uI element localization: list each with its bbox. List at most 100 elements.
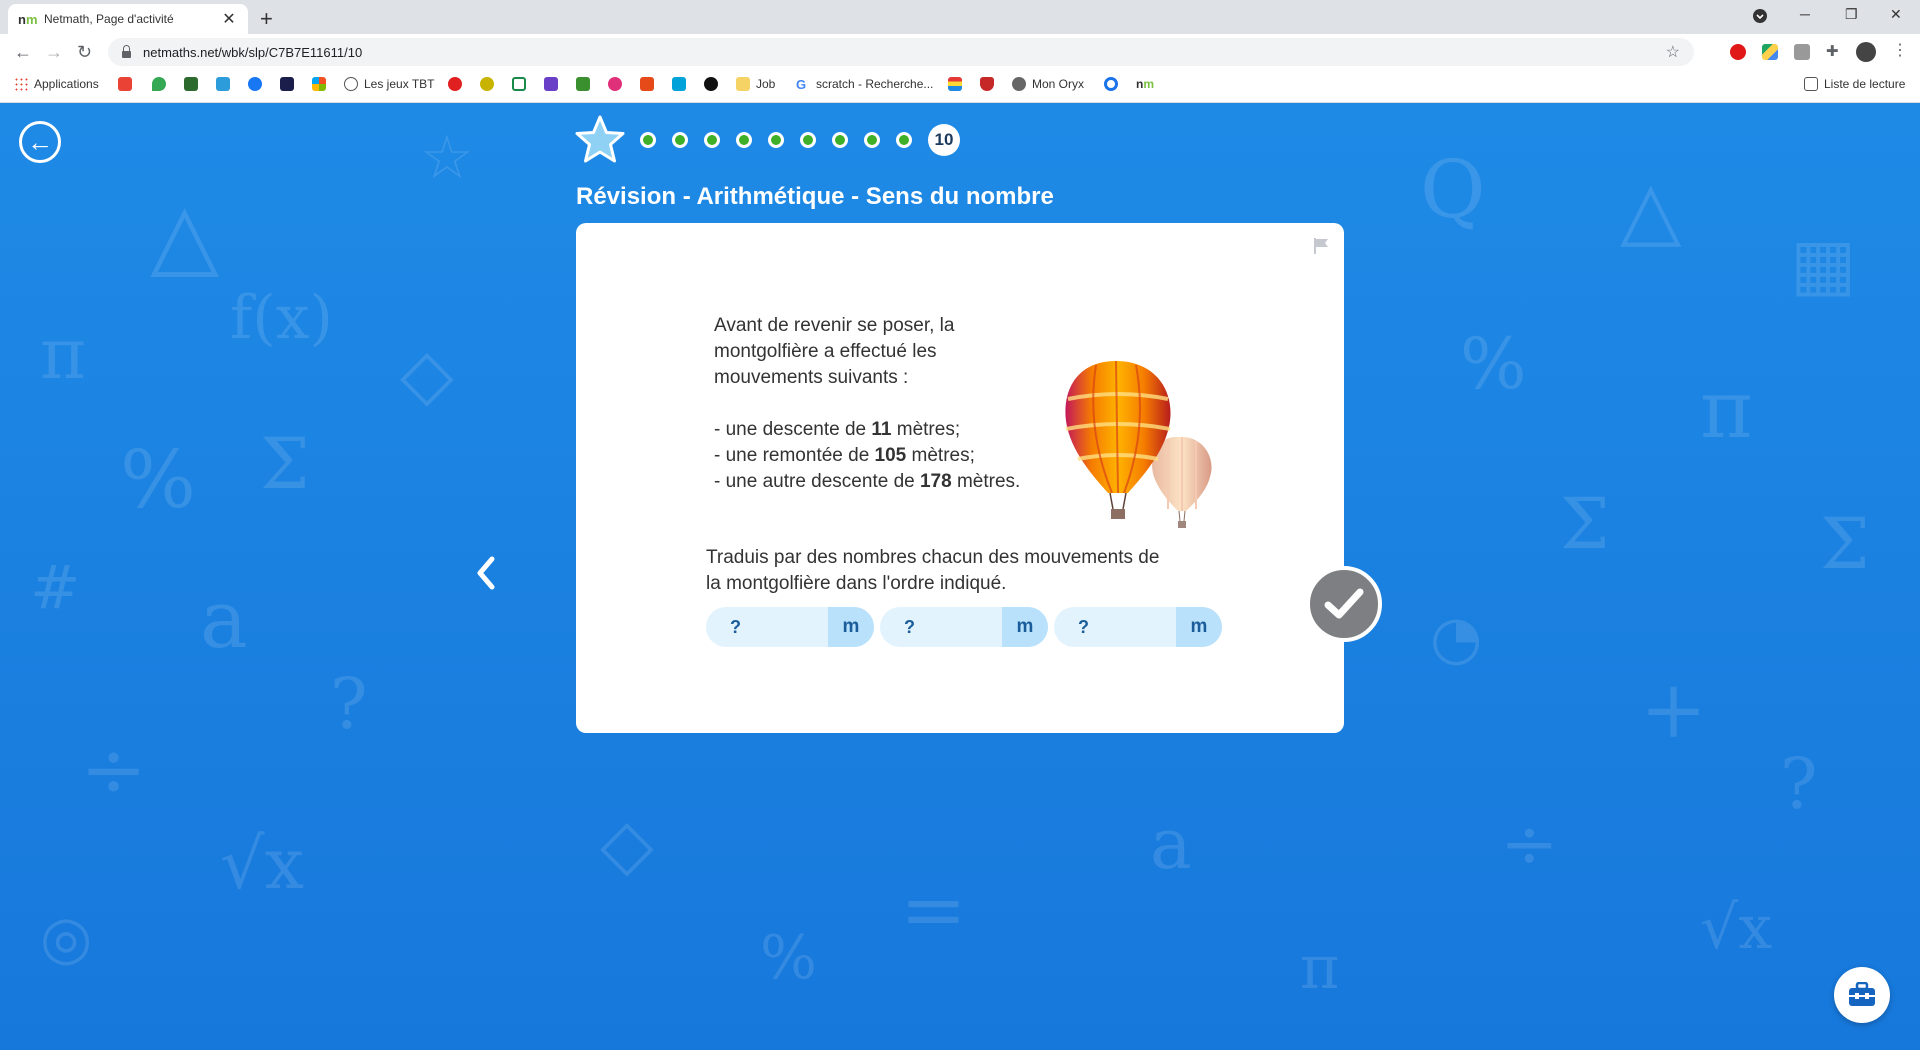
background-symbol: √x (220, 823, 305, 905)
hot-air-balloons-illustration (1065, 360, 1212, 528)
answer-input-2[interactable]: ? (880, 607, 1002, 647)
progress-dot-completed[interactable] (672, 132, 688, 148)
extension-icon[interactable] (1794, 44, 1810, 60)
progress-dot-completed[interactable] (736, 132, 752, 148)
bookmark-star-icon[interactable]: ☆ (1666, 42, 1680, 62)
background-symbol: ÷ (1500, 803, 1559, 885)
question-line: mouvements suivants : (714, 367, 909, 388)
answer-field-2[interactable]: ? m (880, 607, 1048, 647)
bookmark-icon[interactable] (480, 77, 500, 91)
submit-answer-button[interactable] (1306, 566, 1382, 642)
profile-menu-icon[interactable] (1752, 8, 1768, 27)
bookmark-icon[interactable] (576, 77, 596, 91)
browser-tab[interactable]: nm Netmath, Page d'activité ✕ (8, 4, 248, 34)
bookmark-icon[interactable] (184, 77, 204, 91)
gmail-icon[interactable] (118, 77, 138, 91)
bookmark-mon-oryx[interactable]: Mon Oryx (1012, 77, 1084, 91)
bookmark-icon[interactable] (672, 77, 692, 91)
bookmark-icon[interactable] (544, 77, 564, 91)
address-bar[interactable]: netmaths.net/wbk/slp/C7B7E11611/10 ☆ (108, 38, 1694, 66)
current-step-badge[interactable]: 10 (928, 124, 960, 156)
progress-dot-completed[interactable] (832, 132, 848, 148)
movement-suffix: mètres. (951, 471, 1021, 492)
avatar[interactable] (1856, 42, 1876, 62)
drive-extension-icon[interactable] (1762, 44, 1778, 60)
bookmark-icon[interactable] (1104, 77, 1124, 91)
url-text: netmaths.net/wbk/slp/C7B7E11611/10 (143, 44, 363, 60)
bookmark-icon[interactable] (448, 77, 468, 91)
answer-fields: ? m ? m ? m (706, 607, 1228, 647)
unit-label: m (1002, 607, 1048, 647)
progress-dot-completed[interactable] (800, 132, 816, 148)
bookmark-label: Job (756, 77, 776, 91)
tab-bar: nm Netmath, Page d'activité ✕ + ─ ❐ ✕ (0, 0, 1920, 34)
reading-list[interactable]: Liste de lecture (1804, 77, 1905, 91)
toolbox-icon (1849, 982, 1875, 1006)
progress-dot-completed[interactable] (640, 132, 656, 148)
office-icon[interactable] (640, 77, 660, 91)
answer-field-3[interactable]: ? m (1054, 607, 1222, 647)
background-symbol: π (1700, 363, 1753, 456)
bookmark-icon[interactable] (216, 77, 236, 91)
bookmark-job[interactable]: Job (736, 77, 775, 91)
bookmark-icon[interactable] (704, 77, 724, 91)
progress-dot-completed[interactable] (864, 132, 880, 148)
new-tab-plus-icon[interactable]: + (260, 6, 273, 32)
bookmark-icon[interactable] (512, 77, 532, 91)
movement-prefix: - une remontée de (714, 445, 875, 466)
apps-grid-icon (14, 77, 28, 91)
close-tab-icon[interactable]: ✕ (220, 9, 238, 29)
background-symbol: π (40, 313, 87, 395)
bookmark-scratch[interactable]: G scratch - Recherche... (796, 77, 933, 92)
bookmark-icon[interactable] (280, 77, 300, 91)
progress-dot-completed[interactable] (768, 132, 784, 148)
movement-prefix: - une descente de (714, 419, 872, 440)
background-symbol: ÷ (80, 723, 148, 816)
toolbox-button[interactable] (1834, 967, 1890, 1023)
background-symbol: # (30, 553, 81, 623)
browser-toolbar: ← → ↻ netmaths.net/wbk/slp/C7B7E11611/10… (0, 34, 1920, 70)
background-symbol: π (1300, 933, 1340, 1003)
globe-icon (1012, 77, 1026, 91)
forward-arrow-icon[interactable]: → (45, 42, 63, 63)
answer-field-1[interactable]: ? m (706, 607, 874, 647)
background-symbol: % (760, 923, 818, 993)
background-symbol: √x (1700, 893, 1773, 963)
progress-dot-completed[interactable] (896, 132, 912, 148)
background-symbol: % (120, 433, 197, 526)
close-window-icon[interactable]: ✕ (1890, 6, 1902, 23)
background-symbol: ▦ (1790, 223, 1857, 305)
bookmark-label: Les jeux TBT (364, 77, 435, 91)
flag-icon[interactable] (1312, 237, 1330, 255)
movement-line: - une autre descente de 178 mètres. (714, 469, 1054, 495)
activity-title: Révision - Arithmétique - Sens du nombre (576, 183, 1054, 210)
answer-input-1[interactable]: ? (706, 607, 828, 647)
previous-question-chevron-icon[interactable] (470, 553, 500, 593)
minimize-icon[interactable]: ─ (1800, 6, 1810, 22)
bookmark-icon[interactable] (948, 77, 968, 91)
checkmark-icon (1324, 588, 1364, 619)
folder-icon (736, 77, 750, 91)
answer-input-3[interactable]: ? (1054, 607, 1176, 647)
facebook-icon[interactable] (248, 77, 268, 91)
maps-icon[interactable] (152, 77, 172, 91)
background-symbol: △ (150, 183, 220, 288)
restore-icon[interactable]: ❐ (1845, 6, 1858, 23)
bookmark-les-jeux-tbt[interactable]: Les jeux TBT (344, 77, 434, 91)
reload-icon[interactable]: ↻ (77, 42, 92, 63)
bookmark-label: Mon Oryx (1032, 77, 1085, 91)
exit-activity-button[interactable]: ← (19, 121, 61, 163)
opera-extension-icon[interactable] (1730, 44, 1746, 60)
background-symbol: Σ (1820, 503, 1870, 585)
bookmark-icon[interactable] (608, 77, 628, 91)
netmath-bookmark-icon[interactable]: nm (1136, 77, 1154, 91)
background-symbol: % (1460, 323, 1527, 405)
back-arrow-icon[interactable]: ← (14, 42, 32, 63)
more-menu-icon[interactable]: ⋮ (1892, 40, 1908, 59)
bookmark-applications[interactable]: Applications (14, 77, 99, 91)
progress-dot-completed[interactable] (704, 132, 720, 148)
bookmark-icon[interactable] (980, 77, 1000, 91)
puzzle-extensions-icon[interactable]: ✚ (1826, 42, 1842, 60)
background-symbol: △ (1620, 163, 1682, 256)
microsoft-icon[interactable] (312, 77, 332, 91)
